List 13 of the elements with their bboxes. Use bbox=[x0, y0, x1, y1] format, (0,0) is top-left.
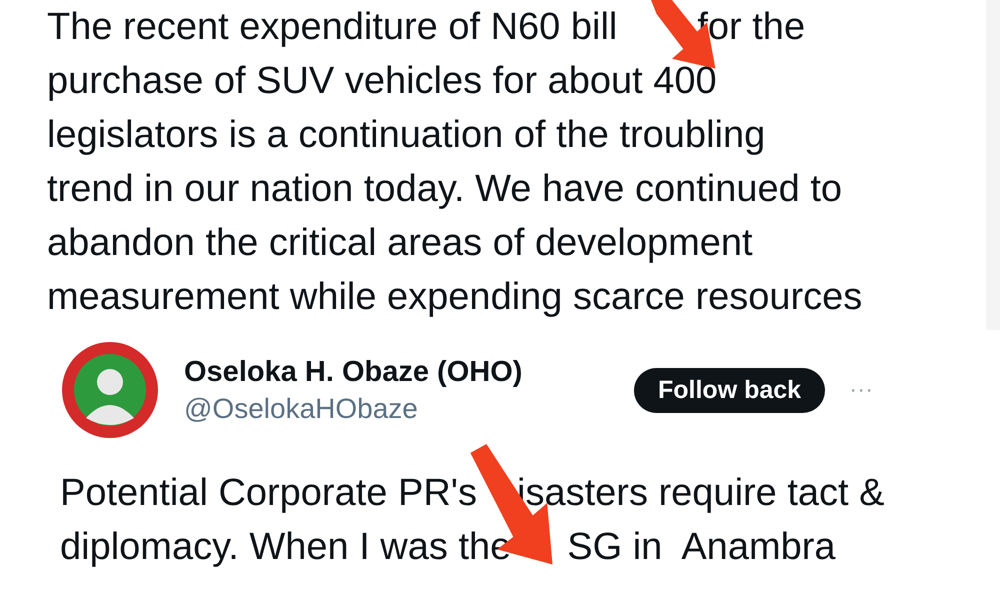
post-text: purchase of SUV vehicles for about 400 bbox=[47, 59, 717, 104]
post-text: abandon the critical areas of development bbox=[47, 221, 753, 266]
post-text: measurement while expending scarce resources bbox=[47, 275, 862, 320]
post-text: SG in Anambra bbox=[567, 525, 836, 570]
post-text: trend in our nation today. We have continued to bbox=[47, 167, 842, 212]
author-name[interactable]: Oseloka H. Obaze (OHO) bbox=[184, 356, 634, 388]
post-text: The recent expenditure of N60 bill bbox=[47, 5, 618, 50]
avatar-icon[interactable] bbox=[60, 340, 160, 440]
follow-back-button[interactable]: Follow back bbox=[634, 368, 826, 412]
post-text: isasters require tact & bbox=[517, 471, 885, 516]
author-handle[interactable]: @OselokaHObaze bbox=[184, 392, 634, 424]
post-text: legislators is a continuation of the troubling bbox=[47, 113, 766, 158]
post-text: Potential Corporate PR's bbox=[60, 471, 478, 516]
